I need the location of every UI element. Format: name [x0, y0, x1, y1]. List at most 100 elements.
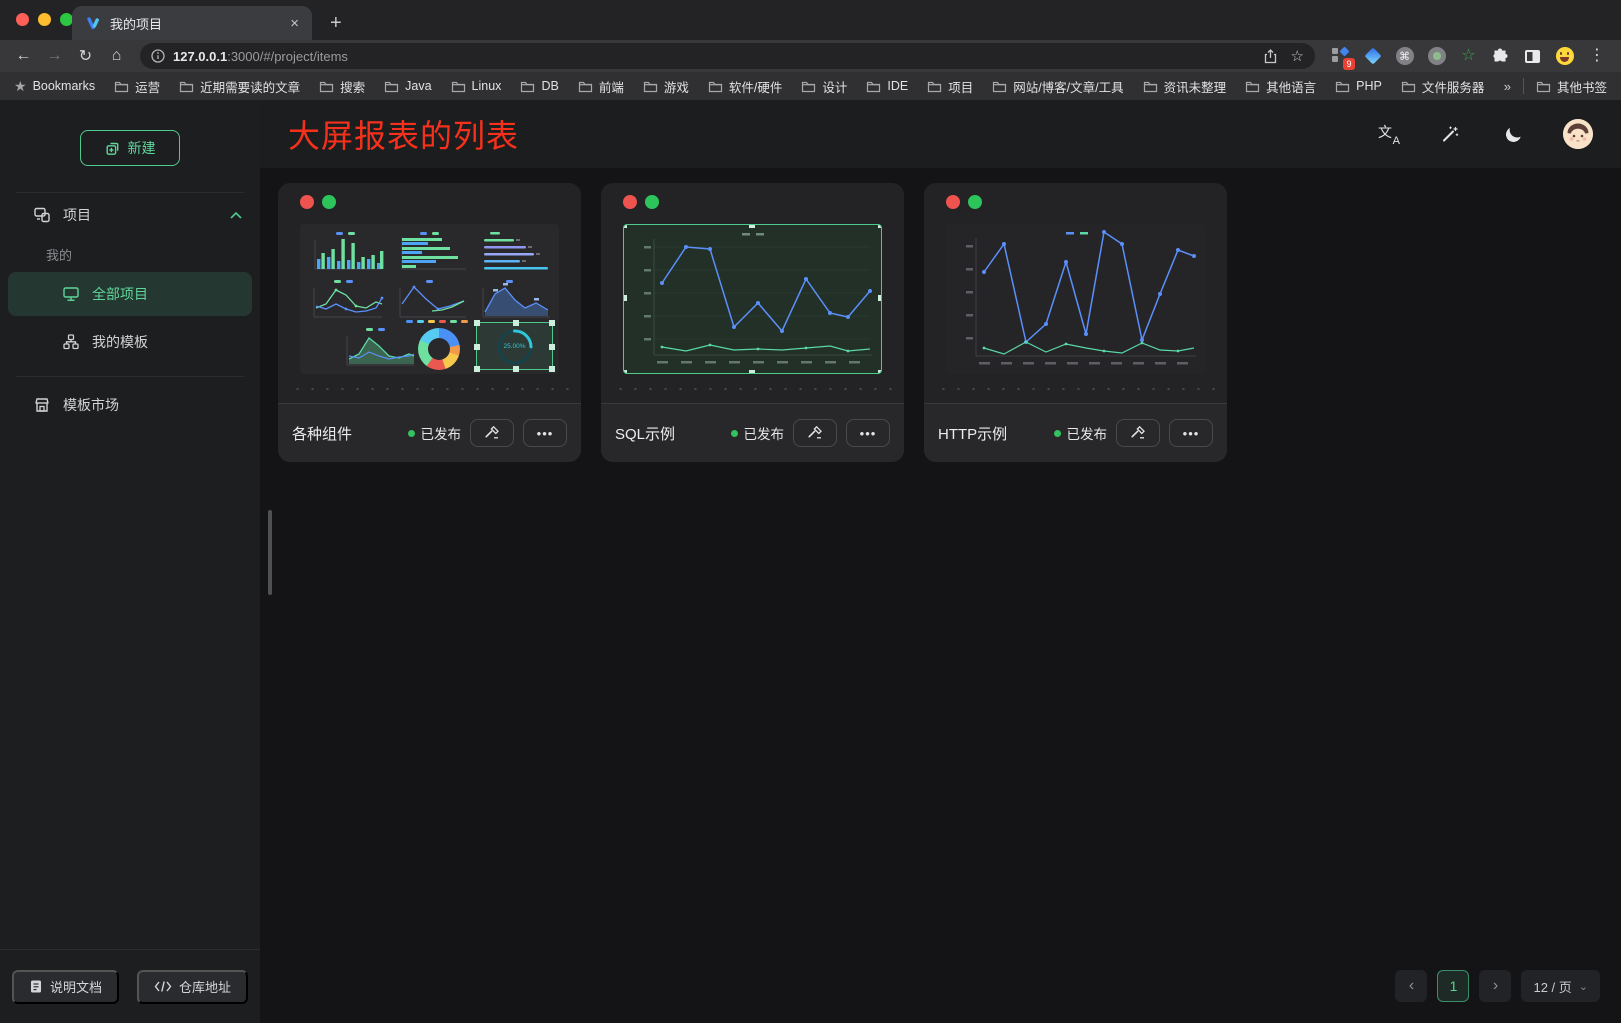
bookmark-star-icon[interactable]: ☆: [1291, 47, 1304, 65]
card-red-dot-icon: [300, 195, 314, 209]
current-page[interactable]: 1: [1437, 970, 1469, 1002]
sidebar-item-project[interactable]: 项目: [0, 193, 260, 237]
bookmark-folder[interactable]: 搜索: [319, 77, 365, 96]
bookmark-folder[interactable]: 资讯未整理: [1143, 77, 1227, 96]
bookmark-folder[interactable]: 其他语言: [1245, 77, 1316, 96]
bookmark-folder[interactable]: 网站/博客/文章/工具: [992, 77, 1123, 96]
gem-extension-icon[interactable]: [1363, 47, 1382, 66]
bookmarks-divider: [1523, 78, 1524, 94]
project-name: 各种组件: [292, 423, 399, 444]
magic-wand-icon[interactable]: [1437, 121, 1463, 147]
folder-icon: [114, 80, 129, 93]
project-card: 25.00% 各种组件 已发布: [278, 183, 581, 462]
edit-project-button[interactable]: [793, 419, 837, 447]
back-icon[interactable]: ←: [8, 42, 39, 70]
home-icon[interactable]: ⌂: [101, 42, 132, 70]
tab-manager-extension-icon[interactable]: 9: [1331, 47, 1350, 66]
site-info-icon[interactable]: [151, 49, 165, 63]
card-footer: 各种组件 已发布: [278, 403, 581, 462]
bookmark-folder[interactable]: Java: [384, 79, 431, 93]
extension-badge: 9: [1343, 58, 1355, 70]
edit-project-button[interactable]: [1116, 419, 1160, 447]
new-tab-button[interactable]: +: [330, 13, 342, 33]
browser-toolbar: ← → ↻ ⌂ 127.0.0.1:3000/#/project/items ☆: [0, 40, 1621, 72]
project-cards: 25.00% 各种组件 已发布: [278, 183, 1621, 462]
status-dot-icon: [408, 430, 415, 437]
command-extension-icon[interactable]: ⌘: [1395, 47, 1414, 66]
sidebar-item-all-projects[interactable]: 全部项目: [8, 272, 252, 316]
reload-icon[interactable]: ↻: [70, 42, 101, 70]
bookmark-folder[interactable]: DB: [520, 79, 558, 93]
bookmark-folder[interactable]: 近期需要读的文章: [179, 77, 300, 96]
folder-icon: [520, 80, 535, 93]
more-actions-button[interactable]: •••: [523, 419, 567, 447]
green-star-extension-icon[interactable]: ☆: [1459, 47, 1478, 66]
mini-line-chart-2: [392, 278, 470, 322]
split-view-icon[interactable]: [1523, 47, 1542, 66]
scrollbar-thumb[interactable]: [268, 510, 272, 595]
edit-project-button[interactable]: [470, 419, 514, 447]
monitor-icon: [62, 285, 80, 303]
sidebar-item-my-templates[interactable]: 我的模板: [0, 320, 260, 364]
more-actions-button[interactable]: •••: [1169, 419, 1213, 447]
progress-value: 25.00%: [477, 343, 552, 350]
bookmark-folder[interactable]: 前端: [578, 77, 624, 96]
bookmark-folder[interactable]: 软件/硬件: [708, 77, 782, 96]
more-actions-button[interactable]: •••: [846, 419, 890, 447]
mini-area-chart-green: [340, 326, 418, 370]
mini-bar-chart: [308, 230, 386, 274]
tab-strip: 我的项目 × +: [0, 0, 1621, 40]
browser-tab[interactable]: 我的项目 ×: [72, 6, 312, 40]
close-window-button[interactable]: [16, 13, 29, 26]
folder-icon: [643, 80, 658, 93]
repo-button[interactable]: 仓库地址: [137, 970, 248, 1004]
project-name: HTTP示例: [938, 423, 1045, 444]
card-footer: HTTP示例 已发布: [924, 403, 1227, 462]
puzzle-extensions-icon[interactable]: [1491, 47, 1510, 66]
docs-button[interactable]: 说明文档: [12, 970, 119, 1004]
bookmark-folder[interactable]: PHP: [1335, 79, 1382, 93]
address-bar[interactable]: 127.0.0.1:3000/#/project/items ☆: [140, 43, 1315, 69]
recorder-extension-icon[interactable]: [1427, 47, 1446, 66]
project-card: SQL示例 已发布: [601, 183, 904, 462]
project-thumbnail-components: 25.00%: [300, 224, 559, 374]
browser-menu-icon[interactable]: ⋮: [1589, 48, 1605, 64]
dark-mode-moon-icon[interactable]: [1500, 121, 1526, 147]
bookmark-folder[interactable]: IDE: [866, 79, 908, 93]
hammer-icon: [807, 425, 823, 441]
bookmarks-overflow-icon[interactable]: »: [1504, 79, 1511, 94]
publish-status: 已发布: [731, 423, 785, 443]
status-dot-icon: [731, 430, 738, 437]
bookmark-folder[interactable]: 游戏: [643, 77, 689, 96]
user-avatar[interactable]: [1563, 119, 1593, 149]
new-project-button[interactable]: 新建: [80, 130, 180, 166]
other-bookmarks-folder[interactable]: 其他书签: [1536, 77, 1607, 96]
folder-icon: [992, 80, 1007, 93]
sql-line-chart: [624, 225, 881, 373]
emoji-extension-icon[interactable]: [1555, 47, 1574, 66]
minimize-window-button[interactable]: [38, 13, 51, 26]
bookmark-folder[interactable]: 文件服务器: [1401, 77, 1485, 96]
bookmark-folder[interactable]: 项目: [927, 77, 973, 96]
bookmark-folder[interactable]: Linux: [451, 79, 502, 93]
tab-close-icon[interactable]: ×: [290, 16, 299, 31]
folder-icon: [1143, 80, 1158, 93]
page-size-select[interactable]: 12 / 页 ⌄: [1521, 970, 1600, 1002]
bookmarks-root[interactable]: ★ Bookmarks: [14, 78, 95, 95]
card-green-dot-icon: [322, 195, 336, 209]
bookmark-folder[interactable]: 运营: [114, 77, 160, 96]
more-dots-icon: •••: [537, 426, 554, 441]
sidebar-item-template-market[interactable]: 模板市场: [0, 383, 260, 427]
card-green-dot-icon: [968, 195, 982, 209]
folder-icon: [866, 80, 881, 93]
tab-title: 我的项目: [110, 14, 290, 33]
chevron-up-icon[interactable]: [230, 212, 242, 219]
bookmark-folder[interactable]: 设计: [801, 77, 847, 96]
forward-icon[interactable]: →: [39, 42, 70, 70]
publish-status: 已发布: [408, 423, 462, 443]
card-red-dot-icon: [946, 195, 960, 209]
prev-page-button[interactable]: ‹: [1395, 970, 1427, 1002]
next-page-button[interactable]: ›: [1479, 970, 1511, 1002]
share-icon[interactable]: [1264, 49, 1277, 64]
language-icon[interactable]: 文 A: [1378, 124, 1400, 144]
